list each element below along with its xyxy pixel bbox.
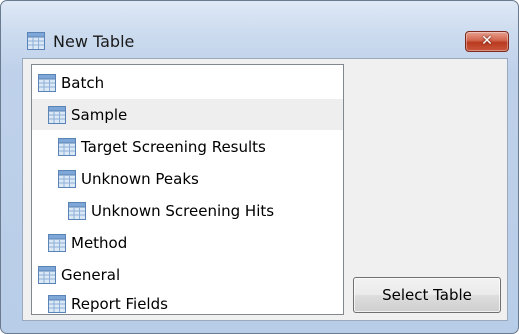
table-icon [48, 106, 66, 124]
tree-item-unknown-screening-hits[interactable]: Unknown Screening Hits [32, 195, 343, 226]
table-icon [58, 138, 76, 156]
dialog-content: Batch Sample Target Screening Results Un… [22, 58, 508, 321]
table-icon [68, 202, 86, 220]
select-table-button[interactable]: Select Table [353, 277, 501, 313]
table-icon [48, 234, 66, 252]
title-bar[interactable]: New Table ✕ [1, 1, 518, 52]
tree-item-batch[interactable]: Batch [32, 67, 343, 98]
table-icon [27, 32, 45, 50]
window-title: New Table [53, 32, 135, 51]
table-icon [38, 266, 56, 284]
table-icon [38, 74, 56, 92]
tree-item-unknown-peaks[interactable]: Unknown Peaks [32, 163, 343, 194]
tree-item-report-fields[interactable]: Report Fields [32, 288, 343, 314]
tree-item-method[interactable]: Method [32, 227, 343, 258]
tree-item-label: Sample [71, 106, 128, 124]
tree-item-target-screening-results[interactable]: Target Screening Results [32, 131, 343, 162]
tree-item-label: Method [71, 234, 128, 252]
close-button[interactable]: ✕ [465, 31, 509, 52]
table-tree[interactable]: Batch Sample Target Screening Results Un… [31, 64, 344, 315]
table-icon [58, 170, 76, 188]
tree-item-label: Unknown Screening Hits [91, 202, 275, 220]
tree-item-label: General [61, 266, 121, 284]
new-table-dialog: New Table ✕ Batch Sample Target Screenin… [0, 0, 519, 334]
tree-item-label: Batch [61, 74, 105, 92]
tree-item-label: Unknown Peaks [81, 170, 199, 188]
tree-item-label: Report Fields [71, 295, 168, 313]
select-table-label: Select Table [382, 286, 472, 304]
tree-item-label: Target Screening Results [81, 138, 266, 156]
tree-item-general[interactable]: General [32, 259, 343, 290]
close-icon: ✕ [481, 33, 493, 49]
tree-item-sample[interactable]: Sample [32, 99, 343, 130]
table-icon [48, 295, 66, 313]
